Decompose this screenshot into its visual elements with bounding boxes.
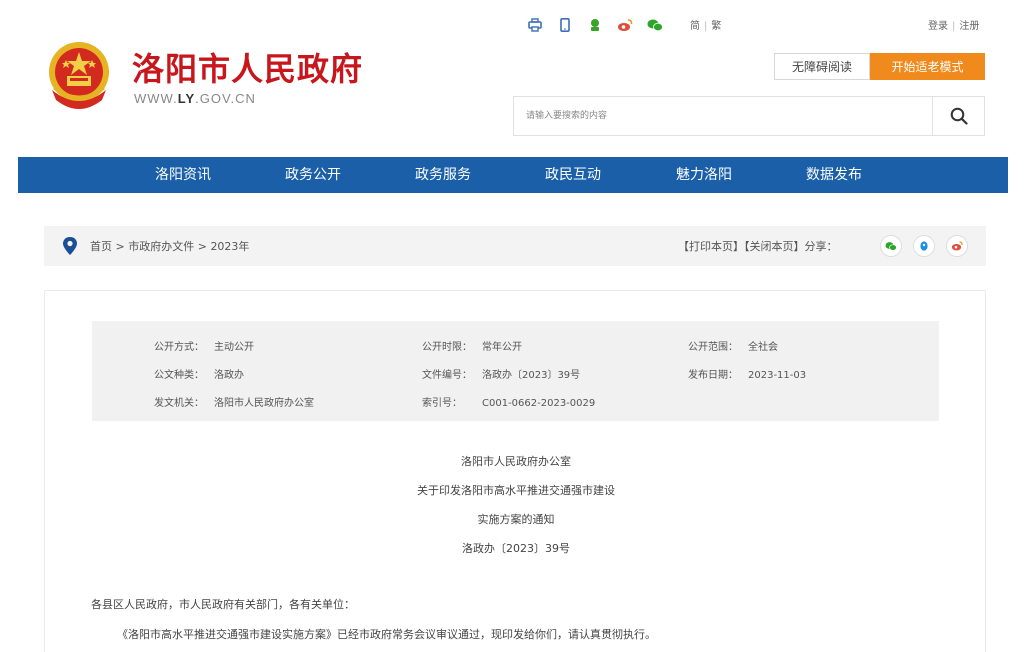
auth-links: 登录 | 注册 xyxy=(928,17,979,32)
lang-simplified-link[interactable]: 简 xyxy=(690,21,700,32)
meta-value: 洛政办 xyxy=(214,370,244,381)
breadcrumb-separator: > xyxy=(112,240,129,253)
meta-label: 公开范围： xyxy=(688,342,738,353)
meta-doc-number: 文件编号： 洛政办〔2023〕39号 xyxy=(422,366,580,381)
accessible-reading-button[interactable]: 无障碍阅读 xyxy=(774,53,870,80)
meta-label: 发布日期： xyxy=(688,370,738,381)
doc-number-heading: 洛政办〔2023〕39号 xyxy=(462,542,570,555)
meta-value: C001-0662-2023-0029 xyxy=(482,398,596,409)
nav-item-government-affairs[interactable]: 政务公开 xyxy=(285,157,341,193)
doc-title-line-2: 实施方案的通知 xyxy=(477,513,555,526)
meta-doc-type: 公文种类： 洛政办 xyxy=(154,366,244,381)
meta-value: 主动公开 xyxy=(214,342,254,353)
meta-value: 洛政办〔2023〕39号 xyxy=(482,370,581,381)
site-title[interactable]: 洛阳市人民政府 xyxy=(132,44,363,90)
meta-label: 公开时限： xyxy=(422,342,472,353)
breadcrumb-bar: 首页 > 市政府办文件 > 2023年 【打印本页】【关闭本页】分享： xyxy=(44,226,986,266)
meta-label: 公文种类： xyxy=(154,370,204,381)
breadcrumb-gov-office-docs[interactable]: 市政府办文件 xyxy=(128,240,194,253)
nav-item-services[interactable]: 政务服务 xyxy=(415,157,471,193)
search-icon xyxy=(950,107,968,125)
weibo-icon[interactable] xyxy=(616,16,634,34)
wechat-share-icon[interactable] xyxy=(880,235,902,257)
meta-publish-date: 发布日期： 2023-11-03 xyxy=(688,366,806,381)
share-icons xyxy=(880,235,979,257)
meta-disclosure-scope: 公开范围： 全社会 xyxy=(688,338,778,353)
meta-disclosure-period: 公开时限： 常年公开 xyxy=(422,338,522,353)
printer-icon[interactable] xyxy=(526,16,544,34)
search-box xyxy=(513,96,985,136)
lang-separator: | xyxy=(704,21,708,32)
national-emblem-icon[interactable] xyxy=(42,38,116,116)
site-header: 洛阳市人民政府 WWW.LY.GOV.CN 简 | 繁 登录 | 注册 无障碍阅… xyxy=(0,0,1034,157)
meta-disclosure-method: 公开方式： 主动公开 xyxy=(154,338,254,353)
breadcrumb-separator: > xyxy=(194,240,211,253)
search-input[interactable] xyxy=(514,97,934,135)
elder-mode-button[interactable]: 开始适老模式 xyxy=(870,53,985,80)
doc-issuer-heading: 洛阳市人民政府办公室 xyxy=(461,455,571,468)
print-page-link[interactable]: 【打印本页】 xyxy=(678,240,744,253)
meta-value: 全社会 xyxy=(748,342,778,353)
mobile-icon[interactable] xyxy=(556,16,574,34)
auth-separator: | xyxy=(952,21,956,32)
top-icon-bar xyxy=(526,16,676,34)
site-url-suffix: .GOV.CN xyxy=(195,91,256,106)
breadcrumb-year[interactable]: 2023年 xyxy=(210,240,249,253)
register-link[interactable]: 注册 xyxy=(959,21,979,32)
meta-label: 文件编号： xyxy=(422,370,472,381)
lang-traditional-link[interactable]: 繁 xyxy=(711,21,721,32)
meta-label: 发文机关： xyxy=(154,398,204,409)
search-button[interactable] xyxy=(932,97,984,135)
meta-label: 索引号： xyxy=(422,398,462,409)
weibo-share-icon[interactable] xyxy=(946,235,968,257)
meta-value: 2023-11-03 xyxy=(748,370,807,381)
meta-label: 公开方式： xyxy=(154,342,204,353)
wechat-icon[interactable] xyxy=(646,16,664,34)
nav-item-data-release[interactable]: 数据发布 xyxy=(806,157,862,193)
login-link[interactable]: 登录 xyxy=(928,21,948,32)
page: 洛阳市人民政府 WWW.LY.GOV.CN 简 | 繁 登录 | 注册 无障碍阅… xyxy=(0,0,1034,652)
nav-item-interaction[interactable]: 政民互动 xyxy=(545,157,601,193)
meta-index-number: 索引号： C001-0662-2023-0029 xyxy=(422,394,595,409)
site-url: WWW.LY.GOV.CN xyxy=(134,91,256,106)
article-card: 公开方式： 主动公开 公开时限： 常年公开 公开范围： 全社会 公文种类： 洛政办 文件… xyxy=(44,290,986,652)
main-nav: 洛阳资讯 政务公开 政务服务 政民互动 魅力洛阳 数据发布 xyxy=(18,157,1008,193)
breadcrumb-home[interactable]: 首页 xyxy=(90,240,112,253)
site-url-prefix: WWW. xyxy=(134,91,178,106)
share-label: 分享： xyxy=(804,240,838,253)
doc-salutation: 各县区人民政府，市人民政府有关部门，各有关单位： xyxy=(91,598,355,611)
site-url-bold: LY xyxy=(177,91,196,106)
document-meta-table: 公开方式： 主动公开 公开时限： 常年公开 公开范围： 全社会 公文种类： 洛政办 文件… xyxy=(92,321,939,421)
doc-title-line-1: 关于印发洛阳市高水平推进交通强市建设 xyxy=(417,484,615,497)
meta-issuer: 发文机关： 洛阳市人民政府办公室 xyxy=(154,394,314,409)
close-page-link[interactable]: 【关闭本页】 xyxy=(744,240,805,253)
doc-body-paragraph: 《洛阳市高水平推进交通强市建设实施方案》已经市政府常务会议审议通过，现印发给你们… xyxy=(117,628,656,641)
qq-share-icon[interactable] xyxy=(913,235,935,257)
nav-item-news[interactable]: 洛阳资讯 xyxy=(155,157,211,193)
meta-value: 洛阳市人民政府办公室 xyxy=(214,398,314,409)
language-switch: 简 | 繁 xyxy=(690,17,721,32)
nav-item-charm-luoyang[interactable]: 魅力洛阳 xyxy=(676,157,732,193)
weixin-public-icon[interactable] xyxy=(586,16,604,34)
breadcrumb: 首页 > 市政府办文件 > 2023年 xyxy=(90,238,249,254)
meta-value: 常年公开 xyxy=(482,342,522,353)
page-tools: 【打印本页】【关闭本页】分享： xyxy=(678,238,838,254)
location-pin-icon xyxy=(62,236,78,256)
